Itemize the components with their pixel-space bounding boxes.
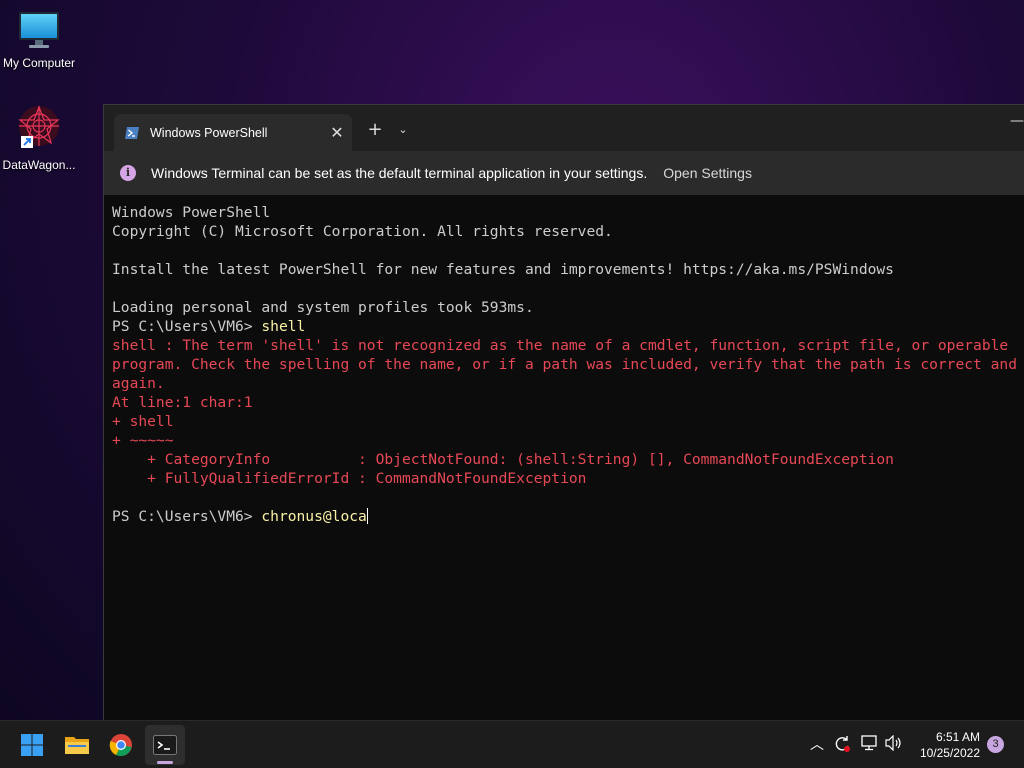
terminal-taskbar-button[interactable] bbox=[145, 725, 185, 765]
console-line: PS C:\Users\VM6> shell bbox=[112, 317, 1024, 336]
clock[interactable]: 6:51 AM 10/25/2022 bbox=[914, 729, 980, 761]
network-icon[interactable] bbox=[859, 735, 879, 755]
file-explorer-button[interactable] bbox=[57, 725, 97, 765]
powershell-icon bbox=[125, 126, 139, 139]
console-line: Install the latest PowerShell for new fe… bbox=[112, 261, 894, 278]
desktop-icon-my-computer[interactable]: My Computer bbox=[0, 10, 84, 70]
terminal-icon bbox=[153, 735, 177, 755]
new-tab-button[interactable]: + bbox=[363, 118, 387, 142]
console-prompt: PS C:\Users\VM6> bbox=[112, 508, 262, 525]
start-icon bbox=[21, 734, 43, 756]
notification-badge[interactable]: 3 bbox=[987, 736, 1004, 753]
console-output[interactable]: Windows PowerShell Copyright (C) Microsof… bbox=[104, 195, 1024, 721]
taskbar: ︿ 6:51 AM 10/25/2022 3 bbox=[0, 720, 1024, 768]
console-line: Windows PowerShell bbox=[112, 204, 271, 221]
console-command: chronus@loca bbox=[261, 508, 367, 525]
console-line: + ~~~~~ bbox=[112, 432, 174, 449]
console-line: again. bbox=[112, 375, 165, 392]
console-line: Loading personal and system profiles too… bbox=[112, 299, 534, 316]
console-line: At line:1 char:1 bbox=[112, 394, 253, 411]
console-command: shell bbox=[261, 318, 306, 335]
info-bar: i Windows Terminal can be set as the def… bbox=[104, 151, 1024, 195]
desktop-icon-label: DataWagon... bbox=[2, 158, 76, 172]
open-settings-link[interactable]: Open Settings bbox=[663, 165, 752, 181]
console-line: Copyright (C) Microsoft Corporation. All… bbox=[112, 223, 613, 240]
console-prompt: PS C:\Users\VM6> bbox=[112, 318, 262, 335]
info-icon: i bbox=[120, 165, 136, 181]
console-line: + FullyQualifiedErrorId : CommandNotFoun… bbox=[112, 470, 587, 487]
start-button[interactable] bbox=[12, 725, 52, 765]
chevron-up-icon[interactable]: ︿ bbox=[807, 735, 827, 755]
close-icon[interactable]: ✕ bbox=[322, 123, 352, 142]
tab-bar: Windows PowerShell ✕ + ⌄ — bbox=[104, 105, 1024, 151]
file-explorer-icon bbox=[65, 737, 89, 754]
chrome-icon bbox=[109, 734, 132, 757]
clock-time: 6:51 AM bbox=[935, 730, 980, 744]
sync-icon[interactable] bbox=[832, 735, 852, 755]
console-line: program. Check the spelling of the name,… bbox=[112, 356, 1024, 373]
info-message: Windows Terminal can be set as the defau… bbox=[151, 165, 648, 181]
volume-icon[interactable] bbox=[884, 734, 904, 755]
chrome-button[interactable] bbox=[101, 725, 141, 765]
datawagon-icon bbox=[18, 105, 60, 148]
console-line: shell : The term 'shell' is not recogniz… bbox=[112, 337, 1009, 354]
monitor-icon bbox=[19, 12, 59, 48]
tab-title: Windows PowerShell bbox=[150, 125, 268, 140]
console-line: PS C:\Users\VM6> chronus@loca bbox=[112, 507, 1024, 526]
console-line: + shell bbox=[112, 413, 174, 430]
desktop-icon-label: My Computer bbox=[2, 56, 76, 70]
text-cursor bbox=[366, 508, 368, 524]
console-line: + CategoryInfo : ObjectNotFound: (shell:… bbox=[112, 451, 894, 468]
minimize-button[interactable]: — bbox=[1010, 114, 1024, 135]
clock-date: 10/25/2022 bbox=[919, 746, 980, 760]
chevron-down-icon[interactable]: ⌄ bbox=[393, 118, 413, 142]
terminal-window[interactable]: Windows PowerShell ✕ + ⌄ — i Windows Ter… bbox=[103, 104, 1024, 720]
tab-windows-powershell[interactable]: Windows PowerShell ✕ bbox=[114, 114, 352, 151]
desktop-icon-datawagon[interactable]: DataWagon... bbox=[0, 104, 84, 172]
